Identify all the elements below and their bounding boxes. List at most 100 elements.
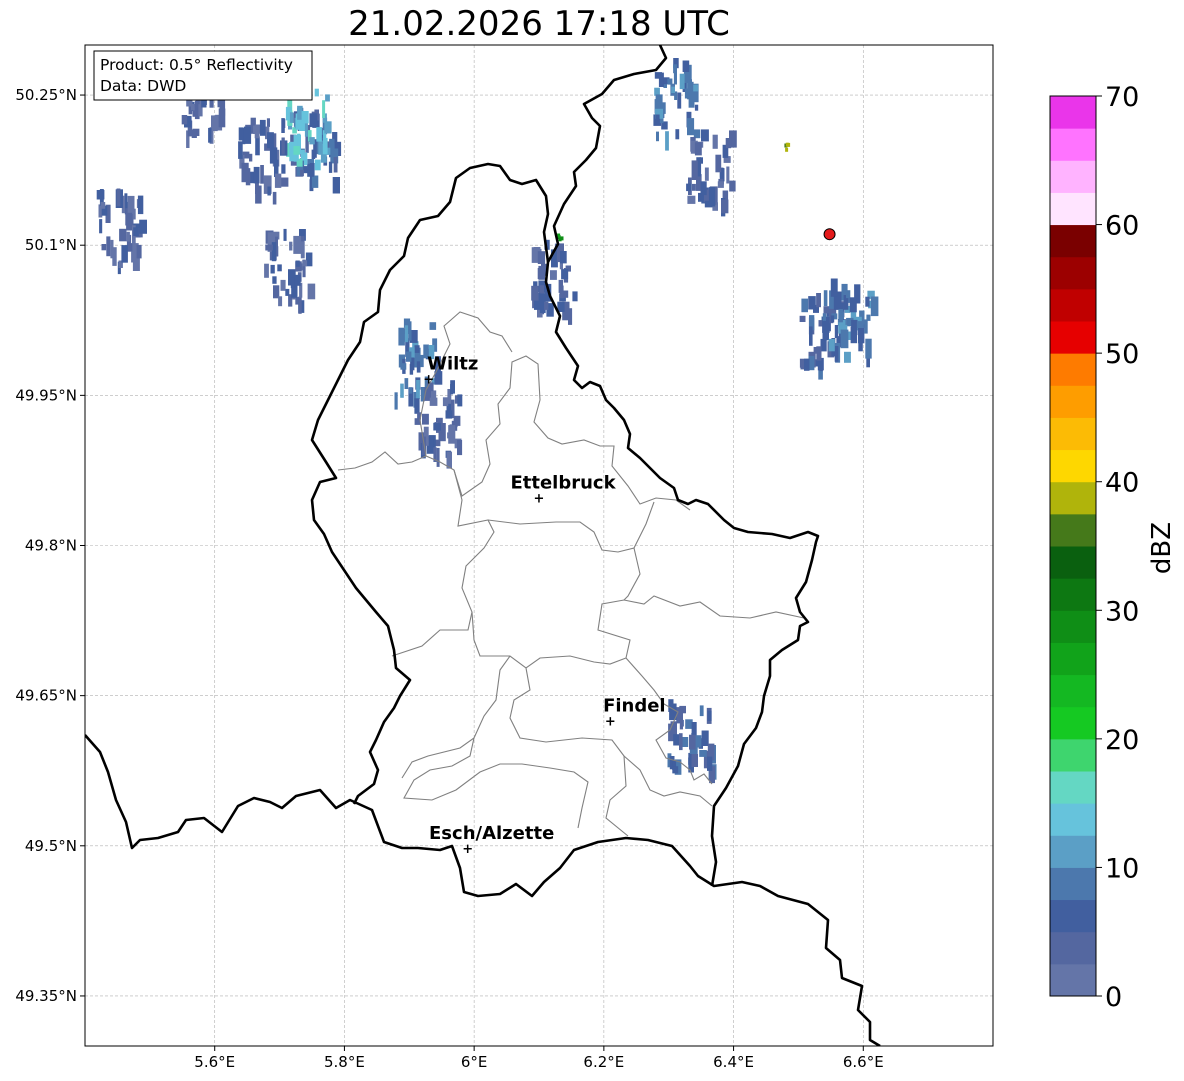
radar-echo-cell <box>679 709 683 730</box>
radar-echo-cell <box>394 392 398 410</box>
radar-echo-cell <box>538 265 545 280</box>
colorbar-tick-label: 60 <box>1105 211 1139 242</box>
radar-echo-cell <box>101 244 107 251</box>
radar-echo-cell <box>274 173 282 188</box>
radar-echo-cell <box>717 181 724 188</box>
colorbar-segment <box>1050 321 1096 354</box>
x-tick-label: 5.6°E <box>194 1053 235 1071</box>
colorbar-segment <box>1050 224 1096 258</box>
colorbar-tick-label: 20 <box>1105 725 1139 756</box>
radar-echo-cell <box>294 274 301 286</box>
radar-echo-cell <box>132 208 136 220</box>
radar-echo-cell <box>208 127 212 143</box>
radar-echo-cell <box>808 296 816 310</box>
radar-echo-cell <box>260 165 264 184</box>
radar-echo-cell <box>404 325 409 343</box>
radar-echo-cell <box>687 195 696 204</box>
radar-echo-cell <box>559 285 564 299</box>
radar-echo-cell <box>830 278 838 297</box>
radar-echo-cell <box>280 177 289 187</box>
radar-echo-cell <box>834 346 839 362</box>
radar-echo-cell <box>405 351 412 362</box>
x-tick-label: 6°E <box>461 1053 488 1071</box>
radar-echo-cell <box>679 73 685 90</box>
colorbar-segment <box>1050 385 1096 418</box>
colorbar-segment <box>1050 642 1096 676</box>
radar-echo-cell <box>136 244 142 259</box>
radar-echo-cell <box>685 719 693 729</box>
radar-echo-cell <box>322 100 326 118</box>
radar-echo-cell <box>675 129 680 140</box>
radar-echo-cell <box>655 114 660 121</box>
radar-echo-cell <box>822 328 829 341</box>
radar-echo-cell <box>259 119 266 136</box>
radar-echo-cell <box>302 260 308 267</box>
radar-echo-cell <box>457 394 463 407</box>
radar-echo-cell <box>264 263 269 278</box>
radar-echo-cell <box>809 326 813 346</box>
radar-echo-cell <box>119 228 127 242</box>
radar-echo-cell <box>840 329 849 349</box>
radar-echo-cell <box>218 108 226 128</box>
radar-echo-cell <box>672 766 679 774</box>
radar-echo-cell <box>715 154 722 173</box>
radar-echo-cell <box>537 251 546 264</box>
radar-echo-cell <box>307 283 316 300</box>
colorbar-tick-label: 10 <box>1105 853 1139 884</box>
radar-echo-cell <box>673 64 677 74</box>
radar-echo-cell <box>707 710 712 721</box>
radar-echo-cell <box>693 129 701 139</box>
radar-echo-cell <box>712 134 718 149</box>
colorbar-segment <box>1050 417 1096 451</box>
colorbar-segment <box>1050 256 1096 290</box>
colorbar-tick-label: 70 <box>1105 82 1139 113</box>
radar-echo-cell <box>414 398 420 414</box>
radar-echo-cell <box>799 358 805 368</box>
radar-echo-cell <box>813 347 821 354</box>
radar-echo-cell <box>785 147 789 152</box>
colorbar-segment <box>1050 963 1096 997</box>
radar-echo-cell <box>116 188 121 207</box>
radar-echo-cell <box>309 137 315 145</box>
radar-echo-cell <box>241 162 249 183</box>
radar-echo-cell <box>99 219 103 234</box>
radar-echo-cell <box>267 186 271 196</box>
colorbar-segment <box>1050 546 1096 579</box>
y-tick-label: 49.95°N <box>15 386 77 404</box>
radar-echo-cell <box>311 175 319 188</box>
radar-echo-cell <box>280 279 286 291</box>
radar-echo-cell <box>670 721 677 735</box>
y-tick-label: 49.8°N <box>25 537 77 555</box>
radar-echo-cell <box>667 78 673 85</box>
y-tick-label: 50.25°N <box>15 86 77 104</box>
radar-echo-cell <box>400 383 404 398</box>
radar-echo-cell <box>238 141 243 159</box>
radar-echo-cell <box>799 315 806 322</box>
radar-echo-cell <box>699 705 704 717</box>
city-marker: + <box>462 842 473 857</box>
info-source: Data: DWD <box>100 77 186 95</box>
radar-echo-cell <box>414 345 420 353</box>
radar-echo-cell <box>139 219 147 234</box>
colorbar-segment <box>1050 513 1096 547</box>
info-box: Product: 0.5° Reflectivity Data: DWD <box>93 50 313 101</box>
colorbar-segment <box>1050 160 1096 193</box>
radar-echo-cell <box>689 734 696 750</box>
x-tick-label: 6.2°E <box>583 1053 624 1071</box>
radar-echo-cell <box>453 415 461 426</box>
radar-echo-cell <box>846 292 850 299</box>
radar-echo-cell <box>656 131 659 142</box>
colorbar-segment <box>1050 610 1096 643</box>
radar-echo-cell <box>691 160 698 180</box>
radar-echo-cell <box>692 183 696 191</box>
radar-echo-cell <box>858 338 863 352</box>
radar-echo-cell <box>265 244 273 251</box>
radar-echo-cell <box>300 169 304 177</box>
radar-echo-cell <box>560 251 567 264</box>
radar-echo-cell <box>694 142 702 156</box>
radar-echo-cell <box>707 756 713 771</box>
radar-echo-cell <box>682 60 690 72</box>
radar-echo-cell <box>834 325 839 338</box>
colorbar-segment <box>1050 96 1096 129</box>
radar-echo-cell <box>283 228 287 241</box>
